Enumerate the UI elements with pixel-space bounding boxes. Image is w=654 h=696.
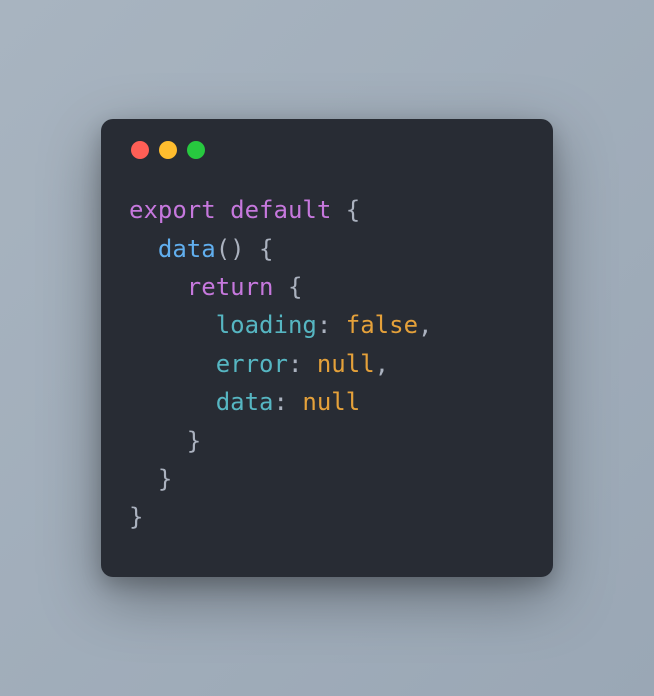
code-token-literal: null — [302, 388, 360, 416]
code-token-punct — [129, 311, 216, 339]
code-token-literal: false — [346, 311, 418, 339]
code-token-punct: : — [288, 350, 317, 378]
code-token-punct: () { — [216, 235, 274, 263]
minimize-icon — [159, 141, 177, 159]
code-token-punct — [129, 235, 158, 263]
close-icon — [131, 141, 149, 159]
code-token-prop: data — [216, 388, 274, 416]
code-token-punct: { — [274, 273, 303, 301]
code-token-punct — [129, 273, 187, 301]
code-token-punct: , — [418, 311, 432, 339]
code-token-keyword: export — [129, 196, 216, 224]
code-window: export default { data() { return { loadi… — [101, 119, 553, 577]
code-token-punct — [129, 350, 216, 378]
code-token-punct: } — [129, 427, 201, 455]
code-token-punct: , — [375, 350, 389, 378]
code-token-prop: error — [216, 350, 288, 378]
code-token-literal: null — [317, 350, 375, 378]
code-token-punct: } — [129, 465, 172, 493]
code-token-punct: : — [274, 388, 303, 416]
code-token-func: data — [158, 235, 216, 263]
code-token-punct — [216, 196, 230, 224]
code-token-prop: loading — [216, 311, 317, 339]
maximize-icon — [187, 141, 205, 159]
code-token-punct: } — [129, 503, 143, 531]
code-token-keyword: return — [187, 273, 274, 301]
code-token-punct: { — [331, 196, 360, 224]
code-token-punct: : — [317, 311, 346, 339]
code-token-punct — [129, 388, 216, 416]
code-token-keyword: default — [230, 196, 331, 224]
code-block: export default { data() { return { loadi… — [129, 191, 525, 537]
traffic-lights — [131, 141, 525, 159]
